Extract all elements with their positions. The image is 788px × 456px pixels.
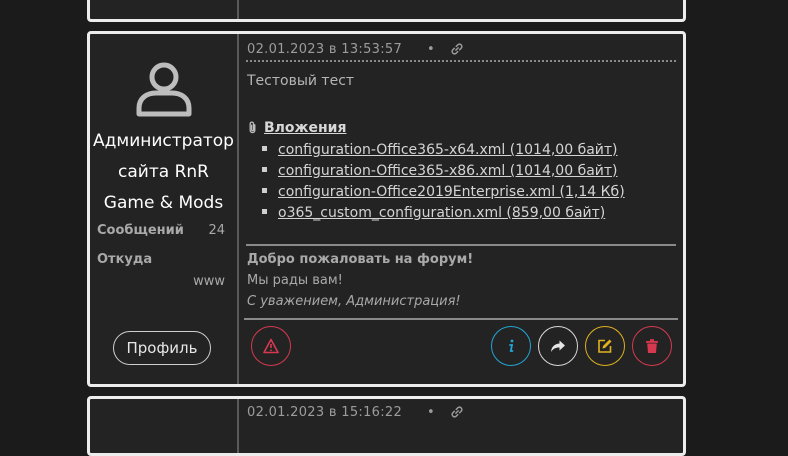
author-name-line-1: Администратор <box>93 131 234 151</box>
next-post: 02.01.2023 в 15:16:22 • <box>87 396 686 456</box>
signature-text: Мы рады вам! <box>247 273 343 288</box>
profile-button[interactable]: Профиль <box>113 331 211 365</box>
attachments-header: Вложения <box>247 120 346 136</box>
previous-post <box>87 0 686 22</box>
signature-title: Добро пожаловать на форум! <box>247 252 474 267</box>
edit-icon <box>598 339 612 353</box>
meta-separator: • <box>427 42 435 57</box>
paperclip-icon <box>249 121 256 134</box>
header-divider <box>246 60 676 62</box>
location-label: Откуда <box>97 252 153 267</box>
attachment-link[interactable]: configuration-Office365-x86.xml (1014,00… <box>278 163 618 179</box>
attachment-item: configuration-Office365-x64.xml (1014,00… <box>262 140 625 161</box>
author-name-line-3: Game & Mods <box>103 193 224 213</box>
link-icon[interactable] <box>451 406 463 418</box>
column-divider <box>237 0 239 19</box>
forum-post: Администратор сайта RnR Game & Mods Сооб… <box>87 31 686 387</box>
column-divider <box>237 34 239 384</box>
signature-divider <box>246 244 676 246</box>
author-name-line-2: сайта RnR <box>118 162 209 182</box>
footer-divider <box>244 318 678 320</box>
post-message: Тестовый тест <box>247 73 355 89</box>
attachment-link[interactable]: o365_custom_configuration.xml (859,00 ба… <box>278 205 605 221</box>
attachment-item: configuration-Office365-x86.xml (1014,00… <box>262 161 625 182</box>
posts-count-label: Сообщений <box>97 223 184 238</box>
attachments-title: Вложения <box>264 120 347 136</box>
edit-button[interactable] <box>585 326 625 366</box>
share-button[interactable] <box>538 326 578 366</box>
column-divider <box>237 399 239 453</box>
info-button[interactable] <box>491 326 531 366</box>
share-arrow-icon <box>551 340 565 352</box>
attachment-link[interactable]: configuration-Office2019Enterprise.xml (… <box>278 184 625 200</box>
user-avatar-icon <box>136 62 192 117</box>
attachment-item: configuration-Office2019Enterprise.xml (… <box>262 182 625 203</box>
attachments-list: configuration-Office365-x64.xml (1014,00… <box>262 140 625 224</box>
trash-icon <box>646 339 658 353</box>
posts-count-value: 24 <box>208 223 225 238</box>
signature-italic: С уважением, Администрация! <box>247 294 461 309</box>
info-icon <box>509 339 514 352</box>
author-name[interactable]: Администратор сайта RnR Game & Mods <box>90 126 237 219</box>
report-button[interactable] <box>251 326 291 366</box>
attachment-link[interactable]: configuration-Office365-x64.xml (1014,00… <box>278 142 618 158</box>
attachment-item: o365_custom_configuration.xml (859,00 ба… <box>262 203 625 224</box>
delete-button[interactable] <box>632 326 672 366</box>
location-value: www <box>193 274 225 289</box>
post-datetime: 02.01.2023 в 13:53:57 <box>247 42 403 57</box>
link-icon[interactable] <box>451 43 463 55</box>
warning-icon <box>263 338 279 354</box>
